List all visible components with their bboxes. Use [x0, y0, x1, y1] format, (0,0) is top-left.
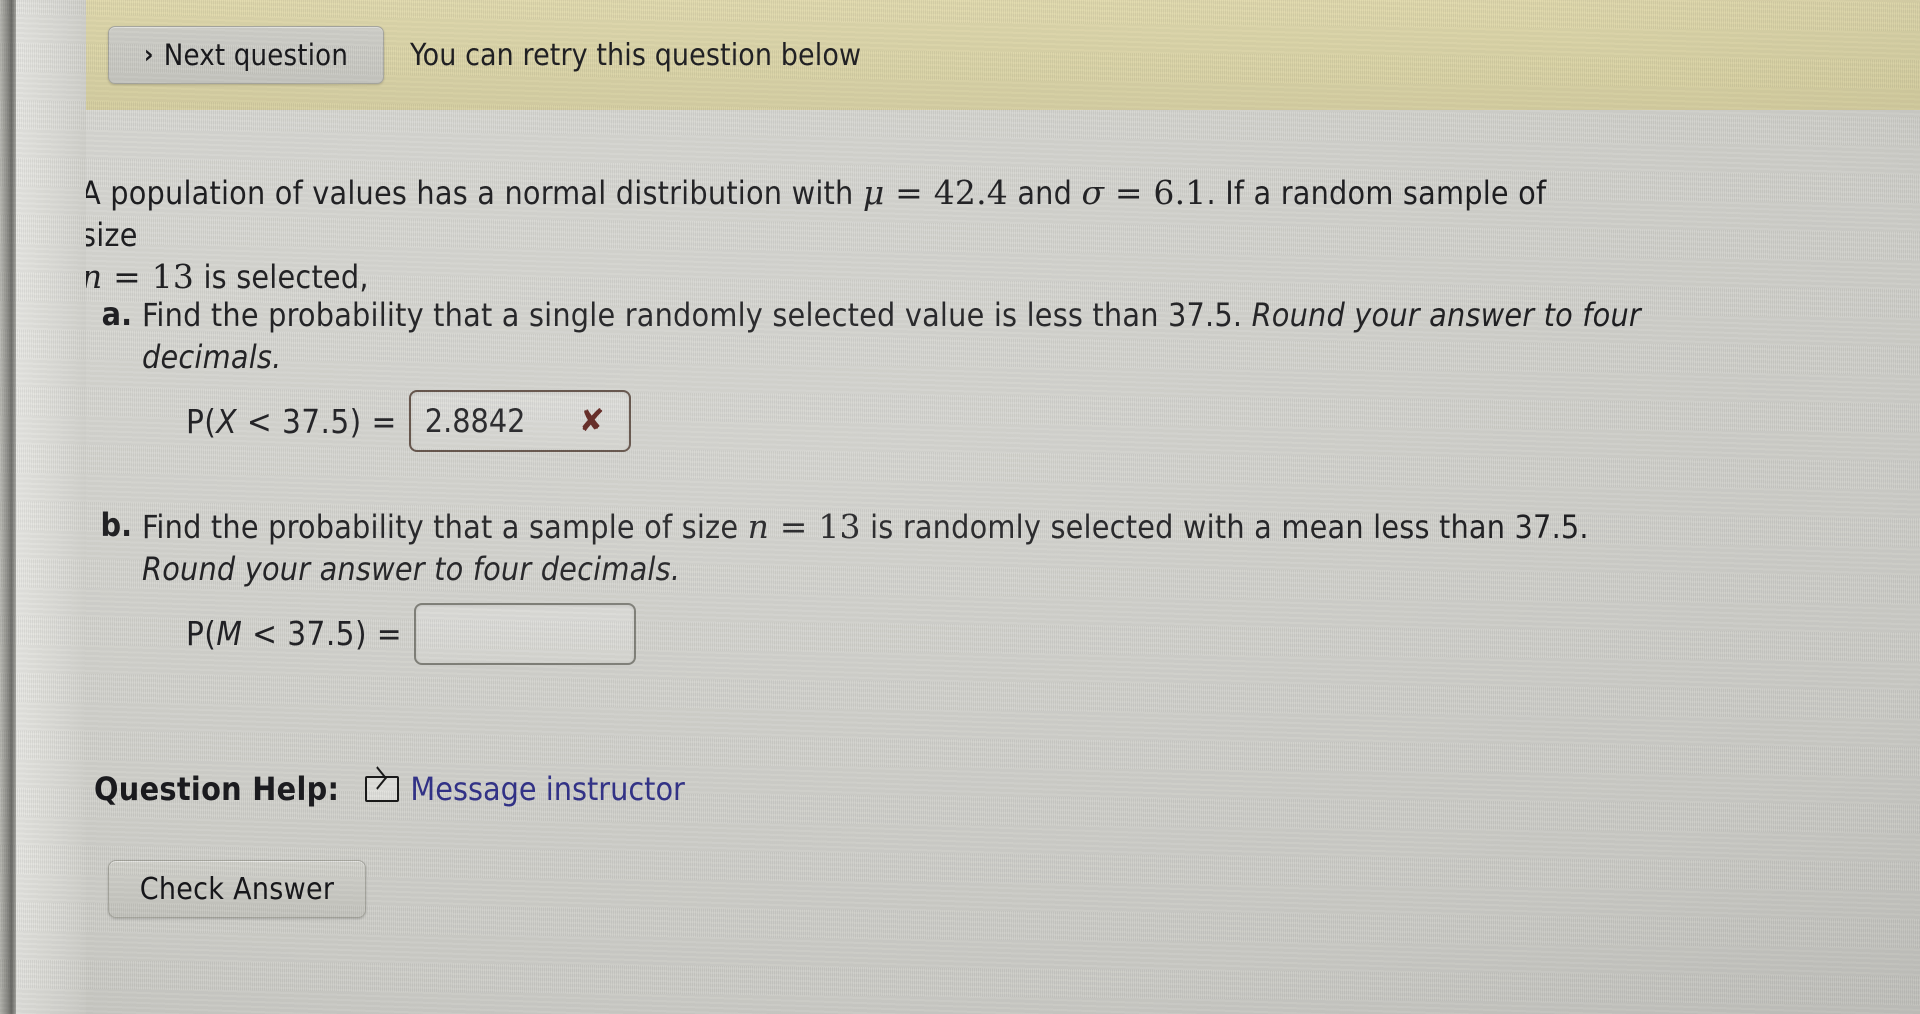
part-a-letter: a.	[101, 295, 132, 333]
message-instructor-label: Message instructor	[410, 770, 685, 808]
part-b-answer-line: P(M < 37.5) =	[186, 602, 1646, 665]
question-parts: a. Find the probability that a single ra…	[86, 295, 1646, 671]
part-a-answer-line: P(X < 37.5) = 2.8842 ✘	[186, 390, 1646, 453]
intro-text-3: is selected,	[194, 258, 369, 297]
part-a-answer-value: 2.8842	[424, 402, 526, 441]
part-a-prompt: Find the probability that a single rando…	[142, 295, 1646, 378]
part-b-letter: b.	[100, 506, 132, 545]
question-help-row: Question Help: Message instructor	[94, 770, 685, 808]
sigma-symbol: σ	[1081, 173, 1105, 212]
monitor-bezel-edge	[0, 0, 16, 1014]
retry-banner: › Next question You can retry this quest…	[86, 0, 1920, 110]
part-b-prompt: Find the probability that a sample of si…	[142, 506, 1646, 590]
question-part-a: a. Find the probability that a single ra…	[86, 295, 1646, 453]
message-instructor-link[interactable]: Message instructor	[365, 770, 685, 808]
intro-text-1: A population of values has a normal dist…	[81, 174, 863, 212]
part-b-n-equals: =	[769, 507, 819, 547]
chevron-right-icon: ›	[143, 40, 154, 70]
mu-symbol: μ	[862, 173, 885, 212]
n-equals: =	[102, 257, 152, 297]
next-question-label: Next question	[163, 38, 349, 72]
part-b-prompt-plain-2: is randomly selected with a mean less th…	[860, 508, 1589, 547]
check-answer-button[interactable]: Check Answer	[108, 860, 366, 918]
part-b-n-symbol: n	[747, 507, 770, 547]
part-a-answer-label: P(X < 37.5) =	[186, 401, 397, 441]
question-page: › Next question You can retry this quest…	[81, 0, 1920, 1014]
incorrect-answer-icon: ✘	[578, 403, 605, 440]
mu-value: 42.4	[933, 173, 1008, 212]
envelope-icon	[365, 776, 400, 802]
question-part-b: b. Find the probability that a sample of…	[86, 506, 1646, 665]
screen-photo: › Next question You can retry this quest…	[0, 0, 1920, 1014]
monitor-bezel-inner	[16, 0, 86, 1014]
intro-and: and	[1008, 174, 1082, 212]
mu-equals: =	[884, 173, 934, 212]
part-a-prompt-plain: Find the probability that a single rando…	[142, 296, 1252, 334]
sigma-value: 6.1	[1153, 173, 1207, 212]
next-question-button[interactable]: › Next question	[108, 26, 384, 84]
check-answer-label: Check Answer	[139, 871, 335, 907]
part-b-prompt-plain-1: Find the probability that a sample of si…	[142, 508, 748, 547]
question-intro: A population of values has a normal dist…	[81, 172, 1581, 299]
part-b-prompt-italic: Round your answer to four decimals.	[142, 550, 681, 589]
n-value: 13	[151, 257, 195, 297]
part-b-n-value: 13	[818, 507, 861, 547]
retry-notice-text: You can retry this question below	[410, 37, 862, 73]
question-help-label: Question Help:	[94, 770, 340, 808]
part-b-answer-label: P(M < 37.5) =	[186, 614, 403, 654]
part-b-answer-input[interactable]	[414, 602, 637, 665]
sigma-equals: =	[1104, 173, 1154, 212]
